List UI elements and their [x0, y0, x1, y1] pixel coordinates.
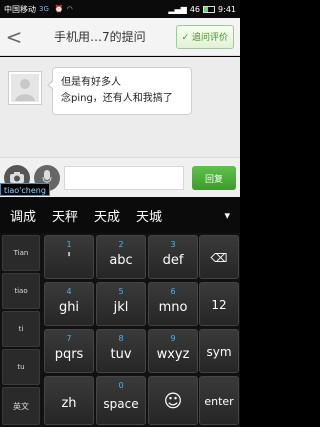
space-key[interactable]: 0 space — [96, 376, 146, 425]
pinyin-composition: tiao'cheng — [0, 183, 50, 196]
key-1[interactable]: 1 ' — [44, 235, 94, 279]
symbol-key[interactable]: sym — [199, 329, 239, 373]
candidate-item[interactable]: 调成 — [0, 206, 44, 225]
numeric-mode-key[interactable]: 12 — [199, 282, 239, 326]
carrier-name: 中国移动 — [4, 4, 36, 14]
signal-icon: ▂▄▆ — [168, 4, 187, 14]
pinyin-syllable-column: Tian tiao ti tu 英文 — [0, 233, 42, 427]
message-line: 但是有好多人 — [61, 77, 121, 88]
key-4[interactable]: 4 ghi — [44, 282, 94, 326]
comment-button[interactable]: ✓ 追问评价 — [175, 24, 234, 49]
wifi-icon: ◠ — [66, 5, 73, 13]
chat-area: 但是有好多人 念ping，还有人和我搞了 — [0, 57, 240, 157]
status-right: ▂▄▆ 46 9:41 — [168, 5, 236, 14]
key-5[interactable]: 5 jkl — [96, 282, 146, 326]
syllable-option[interactable]: Tian — [2, 235, 40, 271]
message-bubble: 但是有好多人 念ping，还有人和我搞了 — [47, 67, 192, 115]
key-9[interactable]: 9 wxyz — [148, 329, 198, 373]
back-button[interactable]: < — [0, 18, 28, 56]
message-input[interactable] — [64, 166, 184, 190]
enter-key[interactable]: enter — [199, 376, 239, 425]
chevron-left-icon: < — [5, 24, 23, 49]
user-placeholder-icon — [11, 74, 39, 102]
clock: 9:41 — [218, 4, 236, 14]
avatar[interactable] — [8, 71, 42, 105]
message-line: 念ping，还有人和我搞了 — [61, 93, 173, 104]
title-bar: < 手机用…7的提问 ✓ 追问评价 — [0, 18, 240, 56]
syllable-option[interactable]: tiao — [2, 273, 40, 309]
key-8[interactable]: 8 tuv — [96, 329, 146, 373]
smiley-icon: ☺ — [163, 391, 183, 412]
expand-candidates-icon[interactable]: ▾ — [224, 209, 230, 222]
key-6[interactable]: 6 mno — [148, 282, 198, 326]
candidate-item[interactable]: 天城 — [128, 206, 170, 225]
candidate-bar: 调成 天秤 天成 天城 ▾ — [0, 197, 240, 233]
syllable-option[interactable]: tu — [2, 349, 40, 385]
key-3[interactable]: 3 def — [148, 235, 198, 279]
language-switch-key[interactable]: 英文 — [2, 387, 40, 425]
backspace-key[interactable]: ⌫ — [199, 235, 239, 279]
syllable-option[interactable]: ti — [2, 311, 40, 347]
zh-key[interactable]: zh — [44, 376, 94, 425]
candidate-item[interactable]: 天秤 — [44, 206, 86, 225]
reply-button[interactable]: 回复 — [192, 166, 236, 190]
comment-button-label: ✓ 追问评价 — [181, 33, 228, 43]
battery-icon — [203, 5, 216, 13]
emoji-key[interactable]: ☺ — [148, 376, 198, 425]
notification-icons: ⏰ ◠ — [55, 5, 73, 13]
signal-strength: 46 — [189, 4, 201, 14]
key-2[interactable]: 2 abc — [96, 235, 146, 279]
status-bar: 中国移动 3G ⏰ ◠ ▂▄▆ 46 9:41 — [0, 0, 240, 18]
candidate-item[interactable]: 天成 — [86, 206, 128, 225]
key-7[interactable]: 7 pqrs — [44, 329, 94, 373]
page-title: 手机用…7的提问 — [53, 30, 146, 44]
backspace-icon: ⌫ — [210, 251, 228, 265]
network-type: 3G — [39, 5, 49, 13]
alarm-icon: ⏰ — [54, 5, 64, 13]
keyboard: Tian tiao ti tu 英文 1 ' 2 abc 3 def ⌫ 4 g… — [0, 233, 240, 427]
